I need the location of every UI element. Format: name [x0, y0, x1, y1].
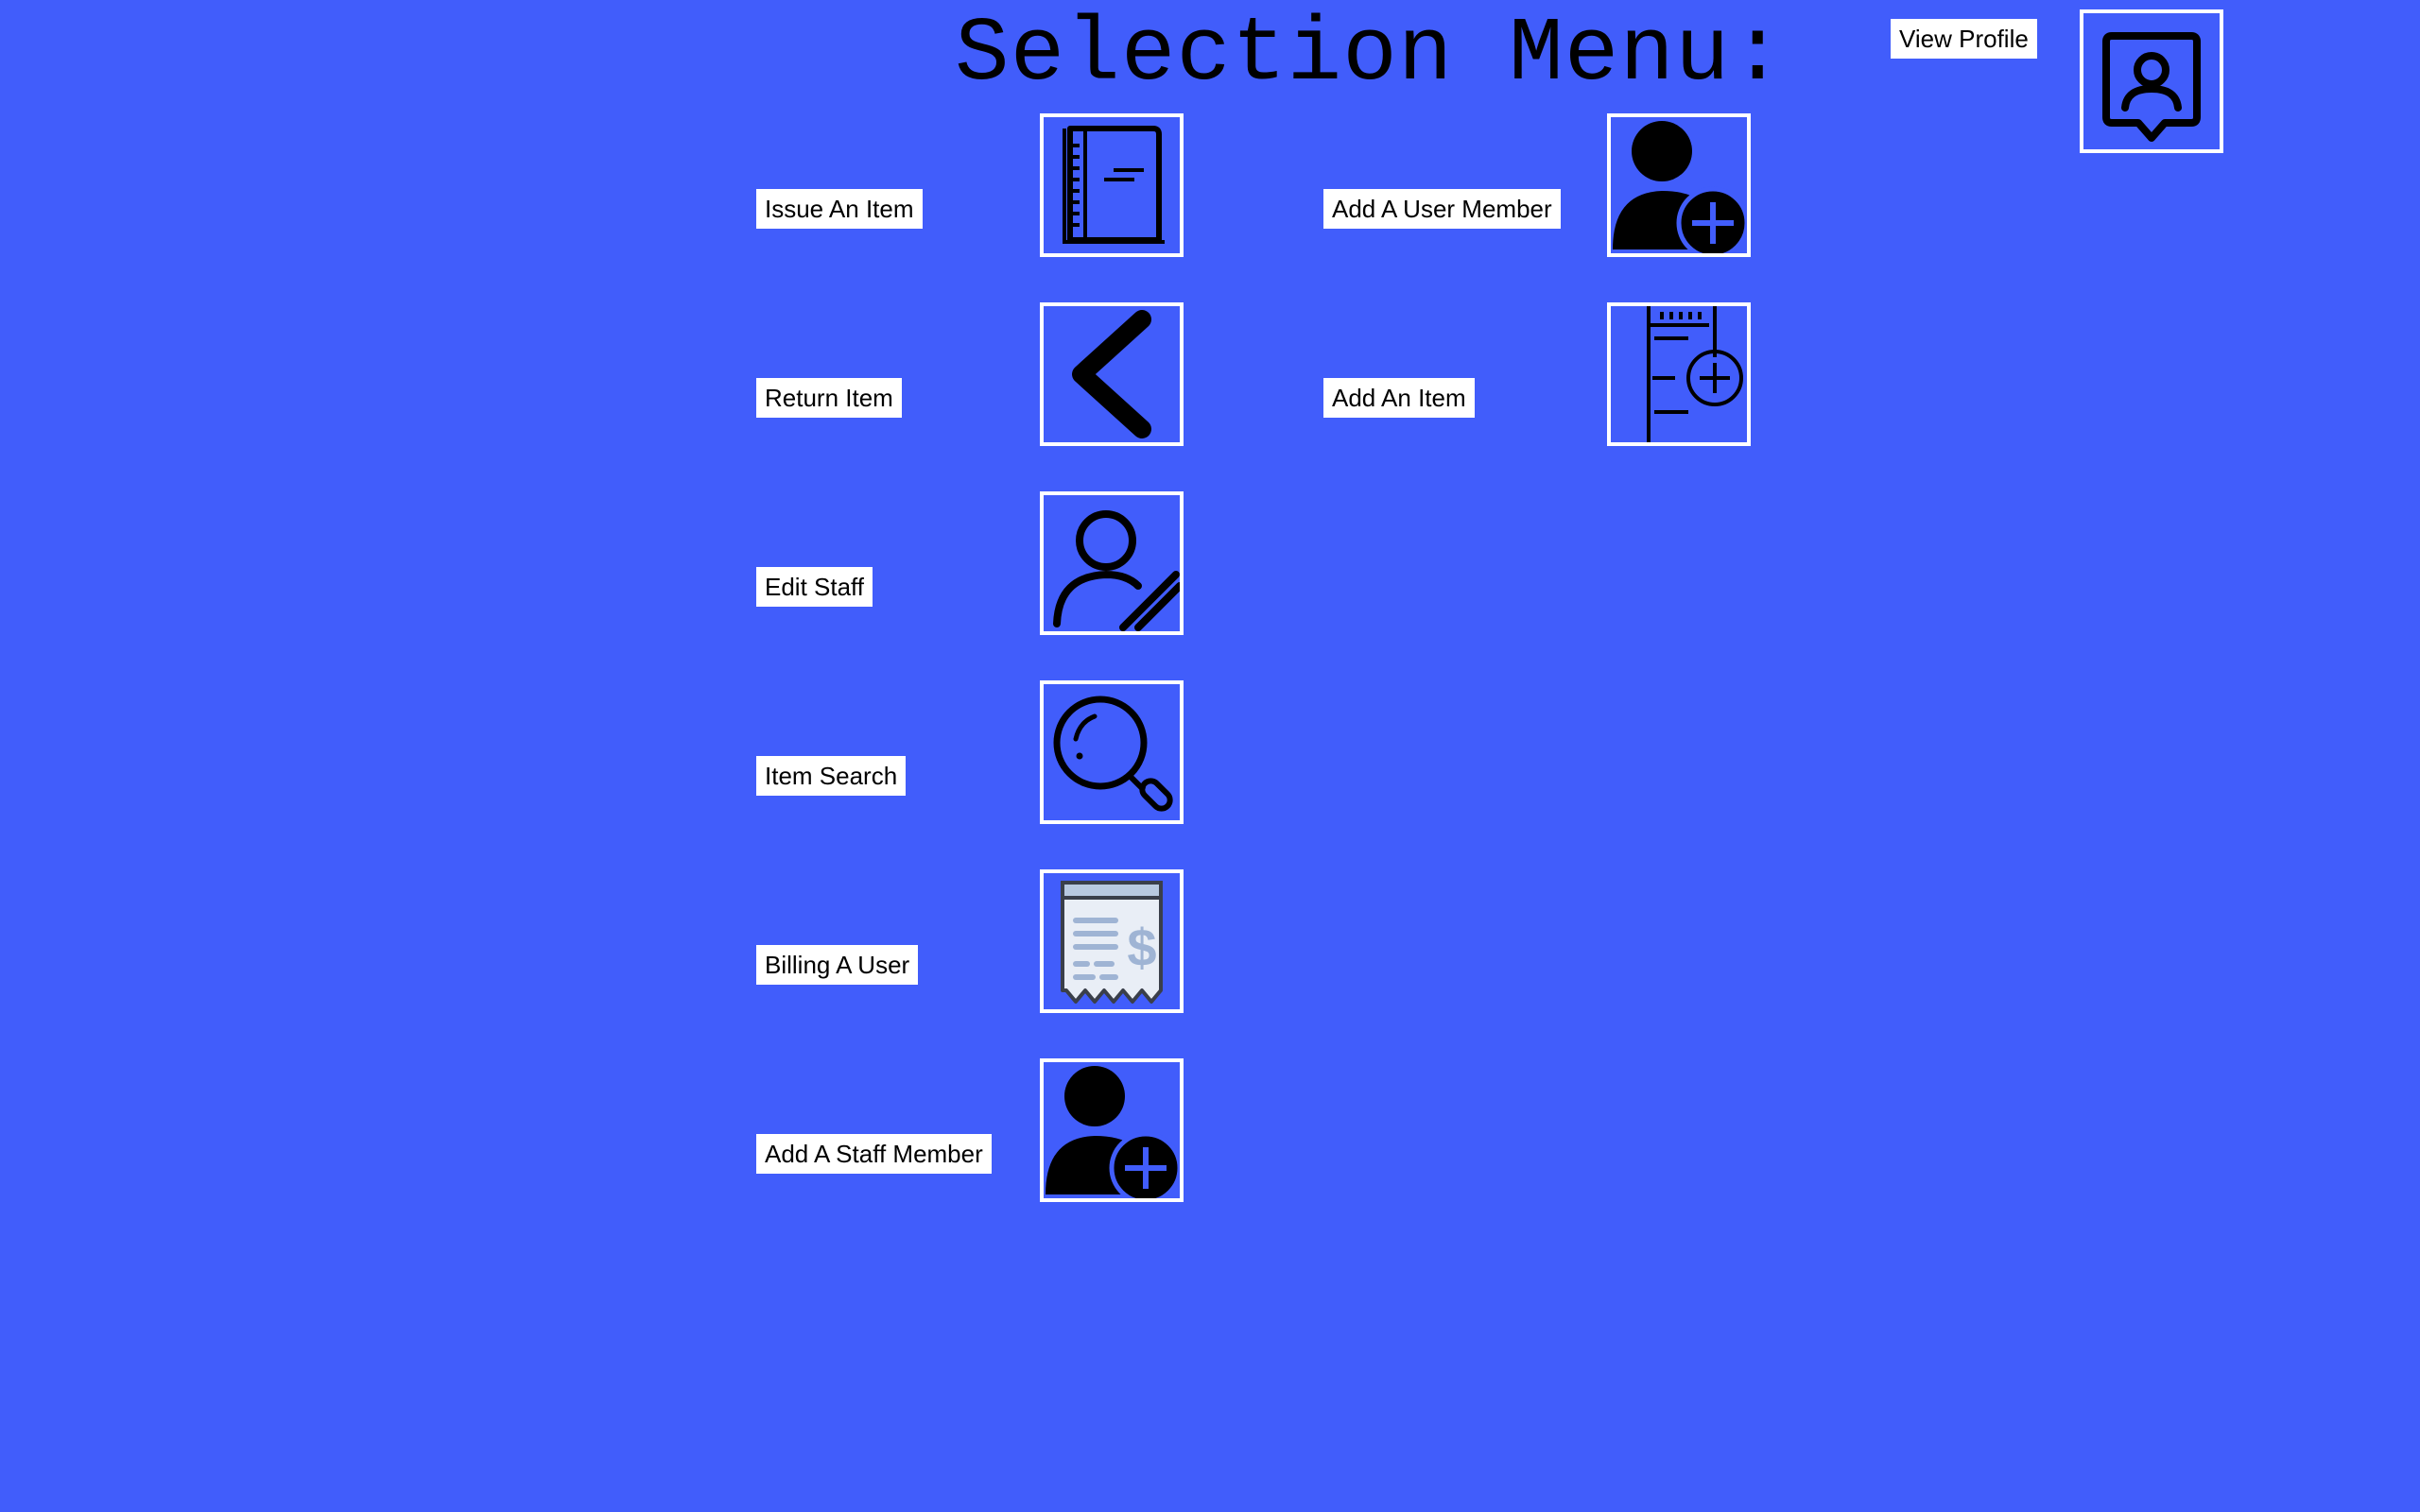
issue-item-button[interactable]: Issue An Item — [756, 189, 923, 229]
add-staff-member-button[interactable]: Add A Staff Member — [756, 1134, 992, 1174]
user-edit-icon — [1053, 510, 1180, 631]
billing-user-button[interactable]: Billing A User — [756, 945, 919, 985]
add-item-button[interactable]: Add An Item — [1323, 378, 1475, 418]
add-item-icon-button[interactable] — [1607, 302, 1751, 446]
return-item-button[interactable]: Return Item — [756, 378, 902, 418]
notebook-add-icon — [1647, 306, 1743, 442]
view-profile-button[interactable]: View Profile — [1891, 19, 2037, 59]
page-title: Selection Menu: — [955, 3, 1787, 106]
profile-chat-icon — [2102, 32, 2201, 142]
invoice-icon: $ — [1061, 881, 1163, 1004]
add-user-member-button[interactable]: Add A User Member — [1323, 189, 1561, 229]
issue-item-icon-button[interactable] — [1040, 113, 1184, 257]
view-profile-icon-button[interactable] — [2080, 9, 2223, 153]
edit-staff-icon-button[interactable] — [1040, 491, 1184, 635]
book-icon — [1063, 126, 1165, 244]
return-item-icon-button[interactable] — [1040, 302, 1184, 446]
billing-user-icon-button[interactable]: $ — [1040, 869, 1184, 1013]
edit-staff-button[interactable]: Edit Staff — [756, 567, 873, 607]
add-user-member-icon-button[interactable] — [1607, 113, 1751, 257]
user-add-icon — [1046, 1066, 1180, 1198]
svg-text:$: $ — [1127, 918, 1156, 977]
chevron-left-icon — [1072, 310, 1151, 438]
user-add-icon — [1613, 121, 1747, 253]
item-search-icon-button[interactable] — [1040, 680, 1184, 824]
item-search-button[interactable]: Item Search — [756, 756, 907, 796]
search-icon — [1053, 696, 1173, 812]
add-staff-member-icon-button[interactable] — [1040, 1058, 1184, 1202]
